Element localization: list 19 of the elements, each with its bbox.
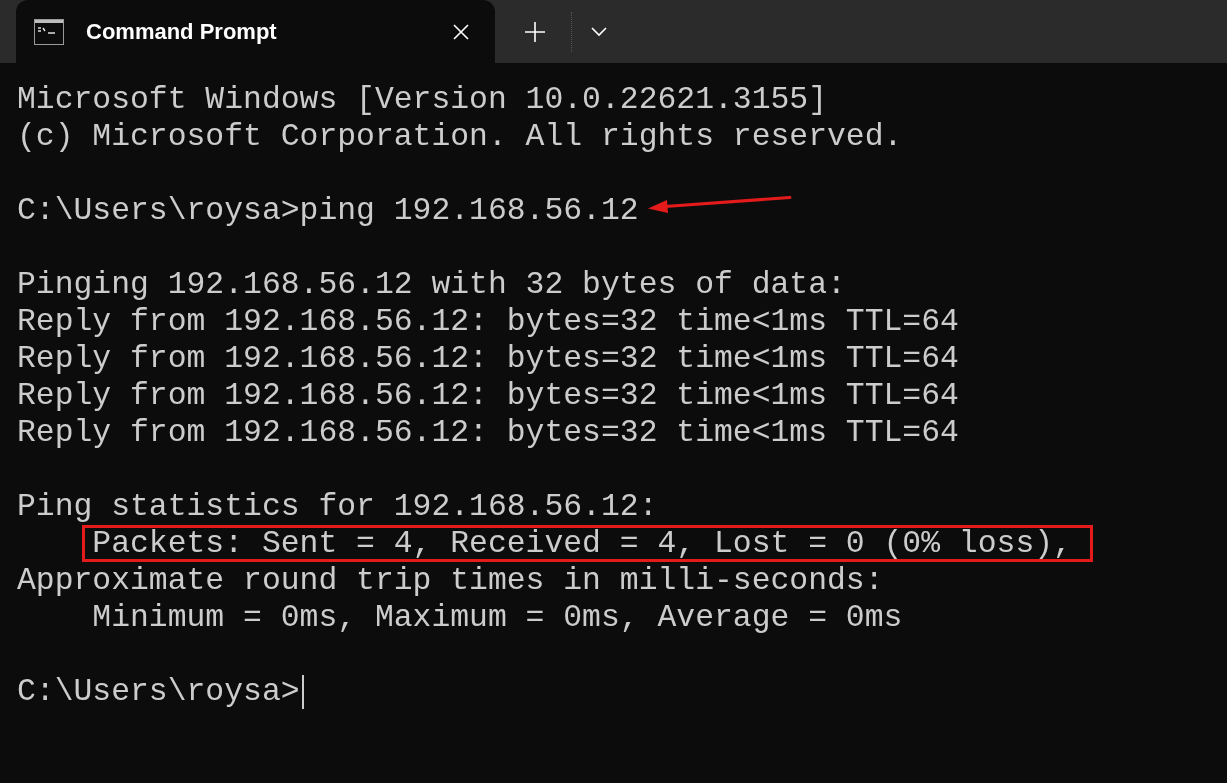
terminal-icon bbox=[34, 18, 64, 45]
terminal-line: C:\Users\roysa>ping 192.168.56.12 bbox=[17, 192, 639, 229]
plus-icon bbox=[525, 21, 545, 42]
tab-title: Command Prompt bbox=[86, 18, 278, 45]
terminal-line: Microsoft Windows [Version 10.0.22621.3155] bbox=[17, 81, 827, 118]
terminal-line: Reply from 192.168.56.12: bytes=32 time<1ms TTL=64 bbox=[17, 414, 959, 451]
terminal-line: Packets: Sent = 4, Received = 4, Lost = 0 (0% loss), bbox=[91, 525, 1072, 562]
terminal-line: Ping statistics for 192.168.56.12: bbox=[17, 488, 658, 525]
terminal-line: Pinging 192.168.56.12 with 32 bytes of data: bbox=[17, 266, 846, 303]
terminal-line: C:\Users\roysa> bbox=[17, 673, 300, 710]
terminal-line: Reply from 192.168.56.12: bytes=32 time<1ms TTL=64 bbox=[17, 303, 959, 340]
chevron-down-icon bbox=[591, 26, 607, 37]
terminal-tab[interactable]: Command Prompt bbox=[16, 0, 495, 63]
close-icon bbox=[453, 23, 469, 40]
terminal-line: Approximate round trip times in milli-seconds: bbox=[17, 562, 884, 599]
terminal-line: (c) Microsoft Corporation. All rights reserved. bbox=[17, 118, 903, 155]
terminal-line: Reply from 192.168.56.12: bytes=32 time<1ms TTL=64 bbox=[17, 377, 959, 414]
terminal-line: Reply from 192.168.56.12: bytes=32 time<1ms TTL=64 bbox=[17, 340, 959, 377]
terminal-line: Minimum = 0ms, Maximum = 0ms, Average = 0ms bbox=[91, 599, 903, 636]
